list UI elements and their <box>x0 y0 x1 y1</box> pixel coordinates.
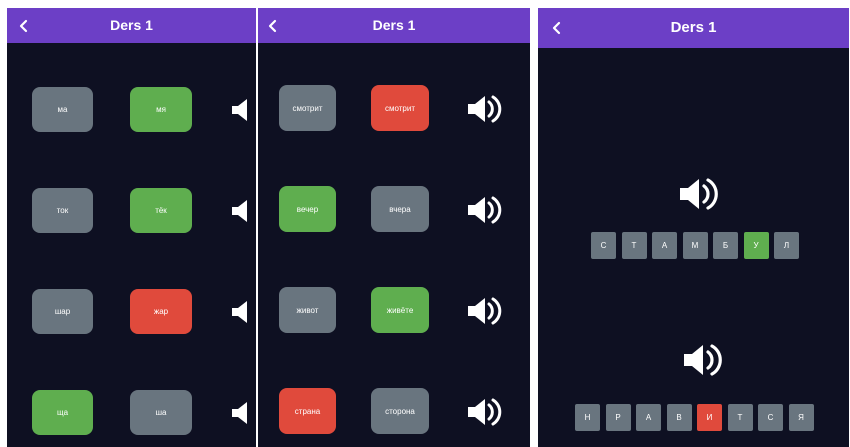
option-tile[interactable]: страна <box>279 388 336 434</box>
speaker-icon[interactable] <box>683 342 723 383</box>
option-tile[interactable]: смотрит <box>279 85 336 131</box>
letter-tile[interactable]: Р <box>605 404 631 431</box>
option-tile[interactable]: живёте <box>371 287 429 333</box>
letter-tile[interactable]: М <box>682 232 708 259</box>
option-tile[interactable]: ша <box>130 390 192 435</box>
screen-1: Ders 1 ма мя ток тёк шар жар ща ша <box>7 8 256 447</box>
speaker-icon[interactable] <box>231 199 256 228</box>
letter-tile[interactable]: В <box>666 404 692 431</box>
letter-tile[interactable]: С <box>591 232 616 259</box>
option-tile[interactable]: смотрит <box>371 85 429 131</box>
screen-2: Ders 1 смотрит смотрит вечер вчера живот… <box>258 8 530 447</box>
letter-tile[interactable]: Я <box>788 404 814 431</box>
letter-tile[interactable]: Т <box>727 404 753 431</box>
screen-3: Ders 1 СТАМБУЛНРАВИТСЯ <box>538 8 849 447</box>
app-header: Ders 1 <box>7 8 256 43</box>
app-header: Ders 1 <box>258 8 530 43</box>
option-tile[interactable]: ток <box>32 188 93 233</box>
option-tile[interactable]: тёк <box>130 188 192 233</box>
speaker-icon[interactable] <box>467 195 503 230</box>
letter-tile[interactable]: Н <box>575 404 600 431</box>
page-title: Ders 1 <box>372 17 416 33</box>
option-tile[interactable]: сторона <box>371 388 429 434</box>
option-tile[interactable]: вчера <box>371 186 429 232</box>
speaker-icon[interactable] <box>467 94 503 129</box>
option-tile[interactable]: ма <box>32 87 93 132</box>
speaker-icon[interactable] <box>231 300 256 329</box>
option-tile[interactable]: жар <box>130 289 192 334</box>
page-title: Ders 1 <box>110 17 153 33</box>
speaker-icon[interactable] <box>231 401 256 430</box>
app-header: Ders 1 <box>538 8 849 48</box>
speaker-icon[interactable] <box>467 397 503 432</box>
option-tile[interactable]: вечер <box>279 186 336 232</box>
letter-tile[interactable]: Л <box>774 232 799 259</box>
option-tile[interactable]: шар <box>32 289 93 334</box>
letter-tile[interactable]: А <box>636 404 661 431</box>
speaker-icon[interactable] <box>467 296 503 331</box>
option-tile[interactable]: ща <box>32 390 93 435</box>
page-title: Ders 1 <box>670 19 717 36</box>
letter-tile[interactable]: Т <box>621 232 647 259</box>
option-tile[interactable]: мя <box>130 87 192 132</box>
speaker-icon[interactable] <box>679 176 719 217</box>
letter-tile[interactable]: Б <box>713 232 738 259</box>
letter-tile[interactable]: У <box>743 232 769 259</box>
letter-tile[interactable]: С <box>758 404 783 431</box>
option-tile[interactable]: живот <box>279 287 336 333</box>
letter-tile[interactable]: А <box>652 232 677 259</box>
letter-tile[interactable]: И <box>697 404 722 431</box>
speaker-icon[interactable] <box>231 98 256 127</box>
